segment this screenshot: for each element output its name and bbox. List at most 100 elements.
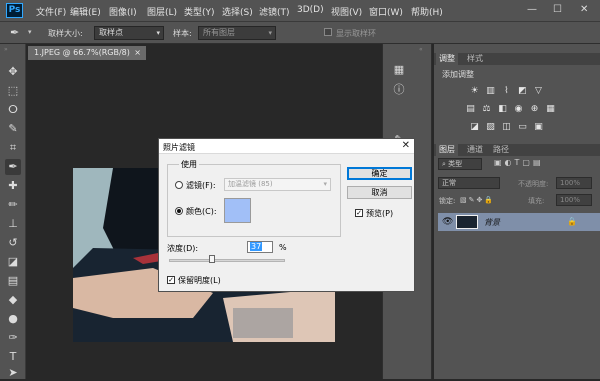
pen-icon[interactable]: ✑ — [5, 330, 21, 346]
color-lookup-icon[interactable]: ▦ — [544, 104, 557, 114]
info-panel-icon[interactable]: ⓘ — [391, 82, 407, 98]
layer-kind-filter[interactable]: ⌕ 类型 — [438, 158, 482, 170]
eyedropper-icon[interactable]: ✒ — [10, 26, 19, 39]
filter-select[interactable]: 加温滤镜 (85) ▾ — [224, 178, 331, 191]
tab-layers[interactable]: 图层 — [436, 144, 458, 156]
menu-layer[interactable]: 图层(L) — [147, 5, 177, 18]
layer-row-background[interactable]: 👁 背景 🔒 — [438, 213, 600, 231]
menu-3d[interactable]: 3D(D) — [297, 5, 324, 15]
fill-input[interactable]: 100% — [556, 194, 592, 206]
minimize-icon[interactable]: — — [527, 4, 537, 15]
add-adjustment-label: 添加调整 — [442, 70, 474, 79]
lock-label: 锁定: — [439, 197, 456, 205]
filter-select-value: 加温滤镜 (85) — [228, 180, 273, 188]
opacity-input[interactable]: 100% — [556, 177, 592, 189]
threshold-icon[interactable]: ◫ — [500, 122, 513, 132]
photo-filter-icon[interactable]: ◉ — [512, 104, 525, 114]
hue-saturation-icon[interactable]: ▤ — [464, 104, 477, 114]
ok-button[interactable]: 确定 — [347, 167, 412, 180]
layer-filter-icons[interactable]: ▣◐T▢▤ — [494, 158, 544, 167]
levels-icon[interactable]: ▥ — [484, 86, 497, 96]
preview-label[interactable]: 预览(P) — [366, 208, 393, 219]
menu-image[interactable]: 图像(I) — [109, 5, 137, 18]
blur-icon[interactable]: ◆ — [5, 292, 21, 308]
preserve-luminosity-label[interactable]: 保留明度(L) — [178, 275, 221, 286]
density-slider-thumb[interactable] — [208, 255, 215, 263]
type-icon[interactable]: T — [5, 349, 21, 365]
channel-mixer-icon[interactable]: ⊕ — [528, 104, 541, 114]
color-radio[interactable] — [175, 207, 183, 215]
posterize-icon[interactable]: ▨ — [484, 122, 497, 132]
visibility-eye-icon[interactable]: 👁 — [442, 217, 453, 227]
density-input[interactable]: 37 — [247, 241, 273, 253]
menu-help[interactable]: 帮助(H) — [411, 5, 443, 18]
preview-checkbox[interactable]: ✓ — [355, 209, 363, 217]
vibrance-icon[interactable]: ▽ — [532, 86, 545, 96]
color-swatch[interactable] — [224, 198, 251, 223]
stamp-icon[interactable]: ⊥ — [5, 216, 21, 232]
gradient-icon[interactable]: ▤ — [5, 273, 21, 289]
options-bar: ✒ ▾ 取样大小: 取样点 ▾ 样本: 所有图层 ▾ 显示取样环 — [0, 22, 600, 44]
fill-value: 100% — [560, 196, 581, 204]
cancel-button[interactable]: 取消 — [347, 186, 412, 199]
layer-thumbnail — [456, 215, 478, 229]
document-tab[interactable]: 1.JPEG @ 66.7%(RGB/8) × — [28, 46, 146, 60]
exposure-icon[interactable]: ◩ — [516, 86, 529, 96]
eyedropper-icon[interactable]: ✒ — [5, 159, 21, 175]
tab-paths[interactable]: 路径 — [490, 144, 512, 156]
lasso-icon[interactable]: ⵔ — [5, 102, 21, 118]
black-white-icon[interactable]: ◧ — [496, 104, 509, 114]
healing-icon[interactable]: ✚ — [5, 178, 21, 194]
close-tab-icon[interactable]: × — [134, 46, 141, 60]
selective-color-icon[interactable]: ▣ — [532, 122, 545, 132]
preserve-luminosity-checkbox[interactable]: ✓ — [167, 276, 175, 284]
density-slider-track[interactable] — [169, 259, 285, 262]
menu-type[interactable]: 类型(Y) — [184, 5, 215, 18]
brush-icon[interactable]: ✏ — [5, 197, 21, 213]
menu-view[interactable]: 视图(V) — [331, 5, 362, 18]
color-balance-icon[interactable]: ⚖ — [480, 104, 493, 114]
menu-filter[interactable]: 滤镜(T) — [259, 5, 290, 18]
eraser-icon[interactable]: ◪ — [5, 254, 21, 270]
close-icon[interactable]: ✕ — [402, 140, 410, 151]
invert-icon[interactable]: ◪ — [468, 122, 481, 132]
menu-file[interactable]: 文件(F) — [36, 5, 66, 18]
density-value: 37 — [250, 242, 263, 251]
use-group-label: 使用 — [179, 159, 199, 170]
quick-select-icon[interactable]: ✎ — [5, 121, 21, 137]
tab-channels[interactable]: 通道 — [464, 144, 486, 156]
lock-icon: 🔒 — [567, 217, 577, 226]
menu-window[interactable]: 窗口(W) — [369, 5, 403, 18]
history-brush-icon[interactable]: ↺ — [5, 235, 21, 251]
dodge-icon[interactable]: ● — [5, 311, 21, 327]
history-panel-icon[interactable]: ▦ — [391, 62, 407, 78]
maximize-icon[interactable]: ☐ — [553, 4, 562, 15]
tool-preset-arrow-icon[interactable]: ▾ — [28, 28, 32, 36]
menu-edit[interactable]: 编辑(E) — [70, 5, 101, 18]
color-radio-label[interactable]: 颜色(C): — [186, 206, 217, 217]
dialog-titlebar[interactable]: 照片滤镜 ✕ — [159, 139, 414, 154]
layer-name[interactable]: 背景 — [484, 217, 500, 228]
sample-size-select[interactable]: 取样点 ▾ — [94, 26, 164, 40]
blend-mode-select[interactable]: 正常 — [438, 177, 500, 189]
lock-icons[interactable]: ▧✎✥🔒 — [460, 196, 495, 204]
blend-mode-value: 正常 — [442, 179, 456, 187]
sample-label: 样本: — [173, 29, 192, 38]
sample-select[interactable]: 所有图层 ▾ — [198, 26, 276, 40]
chevron-down-icon: ▾ — [268, 29, 272, 37]
crop-icon[interactable]: ⌗ — [5, 140, 21, 156]
collapse-icon[interactable]: » — [4, 46, 8, 53]
curves-icon[interactable]: ⌇ — [500, 86, 513, 96]
tab-styles[interactable]: 样式 — [464, 53, 486, 65]
close-window-icon[interactable]: ✕ — [580, 4, 588, 15]
filter-radio-label[interactable]: 滤镜(F): — [186, 180, 216, 191]
show-ring-checkbox[interactable] — [324, 28, 332, 36]
gradient-map-icon[interactable]: ▭ — [516, 122, 529, 132]
collapse-icon[interactable]: « — [419, 46, 423, 53]
filter-radio[interactable] — [175, 181, 183, 189]
menu-select[interactable]: 选择(S) — [222, 5, 253, 18]
marquee-icon[interactable]: ⬚ — [5, 83, 21, 99]
tab-adjustments[interactable]: 调整 — [436, 53, 458, 65]
move-icon[interactable]: ✥ — [5, 64, 21, 80]
brightness-icon[interactable]: ☀ — [468, 86, 481, 96]
